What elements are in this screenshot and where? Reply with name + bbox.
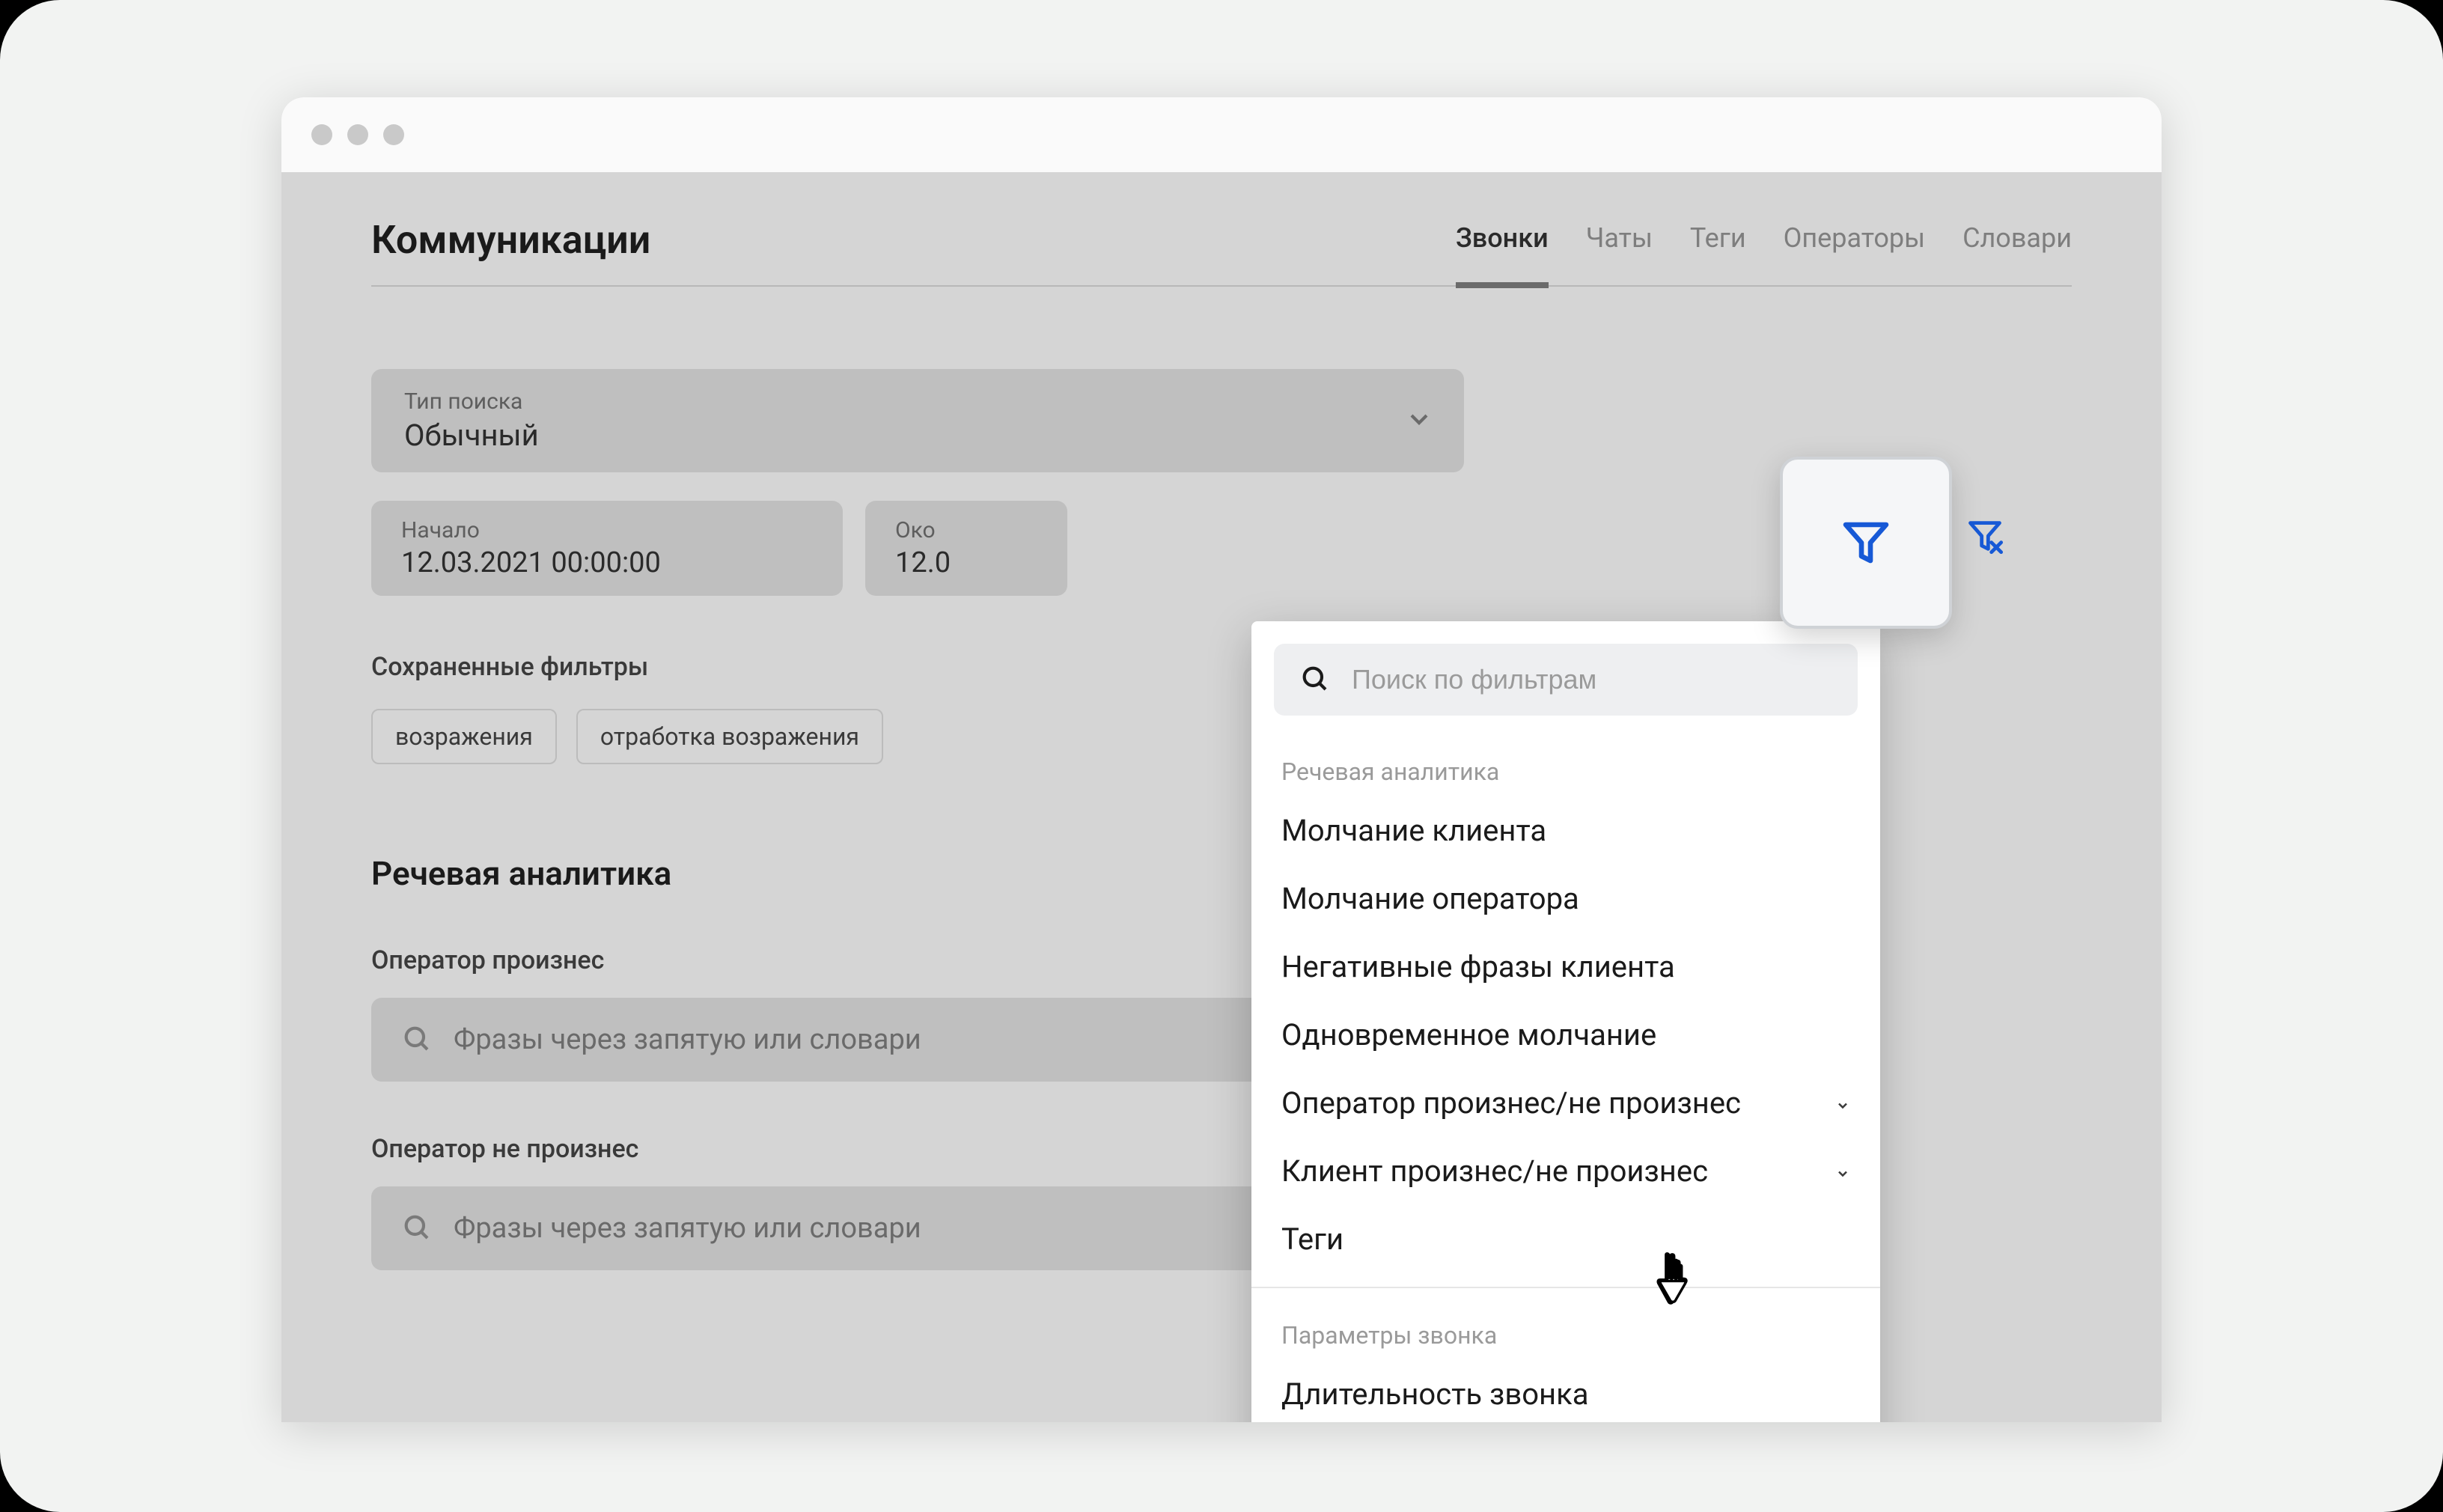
filter-item-tags[interactable]: Теги xyxy=(1251,1205,1880,1273)
canvas: Коммуникации Звонки Чаты Теги Операторы … xyxy=(0,0,2443,1512)
filter-button[interactable] xyxy=(1780,457,1952,629)
tab-chats[interactable]: Чаты xyxy=(1586,222,1653,263)
search-type-select[interactable]: Тип поиска Обычный xyxy=(371,369,1464,472)
chevron-down-icon xyxy=(1835,1085,1850,1121)
end-date-input[interactable]: Око 12.0 xyxy=(865,501,1067,596)
filter-group-call-params: Параметры звонка xyxy=(1251,1302,1880,1360)
filter-item-mutual-silence[interactable]: Одновременное молчание xyxy=(1251,1001,1880,1069)
tab-operators[interactable]: Операторы xyxy=(1784,222,1925,263)
start-date-input[interactable]: Начало 12.03.2021 00:00:00 xyxy=(371,501,843,596)
search-icon xyxy=(401,1023,431,1056)
traffic-light-minimize[interactable] xyxy=(347,124,368,145)
filter-item-client-said[interactable]: Клиент произнес/не произнес xyxy=(1251,1137,1880,1205)
traffic-light-close[interactable] xyxy=(311,124,332,145)
filter-item-operator-said[interactable]: Оператор произнес/не произнес xyxy=(1251,1069,1880,1137)
chevron-down-icon xyxy=(1835,1153,1850,1189)
saved-filter-chip[interactable]: возражения xyxy=(371,709,557,764)
page-title: Коммуникации xyxy=(371,217,650,263)
tab-tags[interactable]: Теги xyxy=(1690,222,1746,263)
start-date-label: Начало xyxy=(401,517,813,543)
window-titlebar xyxy=(281,97,2162,172)
end-date-value: 12.0 xyxy=(895,546,1037,579)
filter-item-operator-silence[interactable]: Молчание оператора xyxy=(1251,865,1880,933)
divider xyxy=(1251,1287,1880,1288)
search-type-label: Тип поиска xyxy=(404,388,1431,415)
tabs: Звонки Чаты Теги Операторы Словари xyxy=(1456,222,2072,263)
search-type-value: Обычный xyxy=(404,418,1431,453)
app-window: Коммуникации Звонки Чаты Теги Операторы … xyxy=(281,97,2162,1422)
filter-search-input[interactable] xyxy=(1352,664,1832,695)
start-date-value: 12.03.2021 00:00:00 xyxy=(401,546,813,579)
clear-filter-button[interactable] xyxy=(1965,516,2004,558)
saved-filter-chip[interactable]: отработка возражения xyxy=(576,709,883,764)
tab-dictionaries[interactable]: Словари xyxy=(1962,222,2072,263)
traffic-light-zoom[interactable] xyxy=(383,124,404,145)
filter-item-client-silence[interactable]: Молчание клиента xyxy=(1251,796,1880,865)
end-date-label: Око xyxy=(895,517,1037,543)
operator-said-placeholder: Фразы через запятую или словари xyxy=(454,1023,921,1056)
filter-popover: Речевая аналитика Молчание клиента Молча… xyxy=(1251,621,1880,1422)
filter-list: Речевая аналитика Молчание клиента Молча… xyxy=(1251,738,1880,1422)
operator-not-said-placeholder: Фразы через запятую или словари xyxy=(454,1212,921,1245)
tab-calls[interactable]: Звонки xyxy=(1456,222,1549,263)
filter-search[interactable] xyxy=(1274,644,1858,716)
header-row: Коммуникации Звонки Чаты Теги Операторы … xyxy=(371,217,2072,287)
search-icon xyxy=(401,1212,431,1245)
search-icon xyxy=(1299,663,1329,696)
chevron-down-icon xyxy=(1404,404,1434,437)
filter-item-call-duration[interactable]: Длительность звонка xyxy=(1251,1360,1880,1422)
filter-group-speech: Речевая аналитика xyxy=(1251,738,1880,796)
filter-item-client-negative[interactable]: Негативные фразы клиента xyxy=(1251,933,1880,1001)
